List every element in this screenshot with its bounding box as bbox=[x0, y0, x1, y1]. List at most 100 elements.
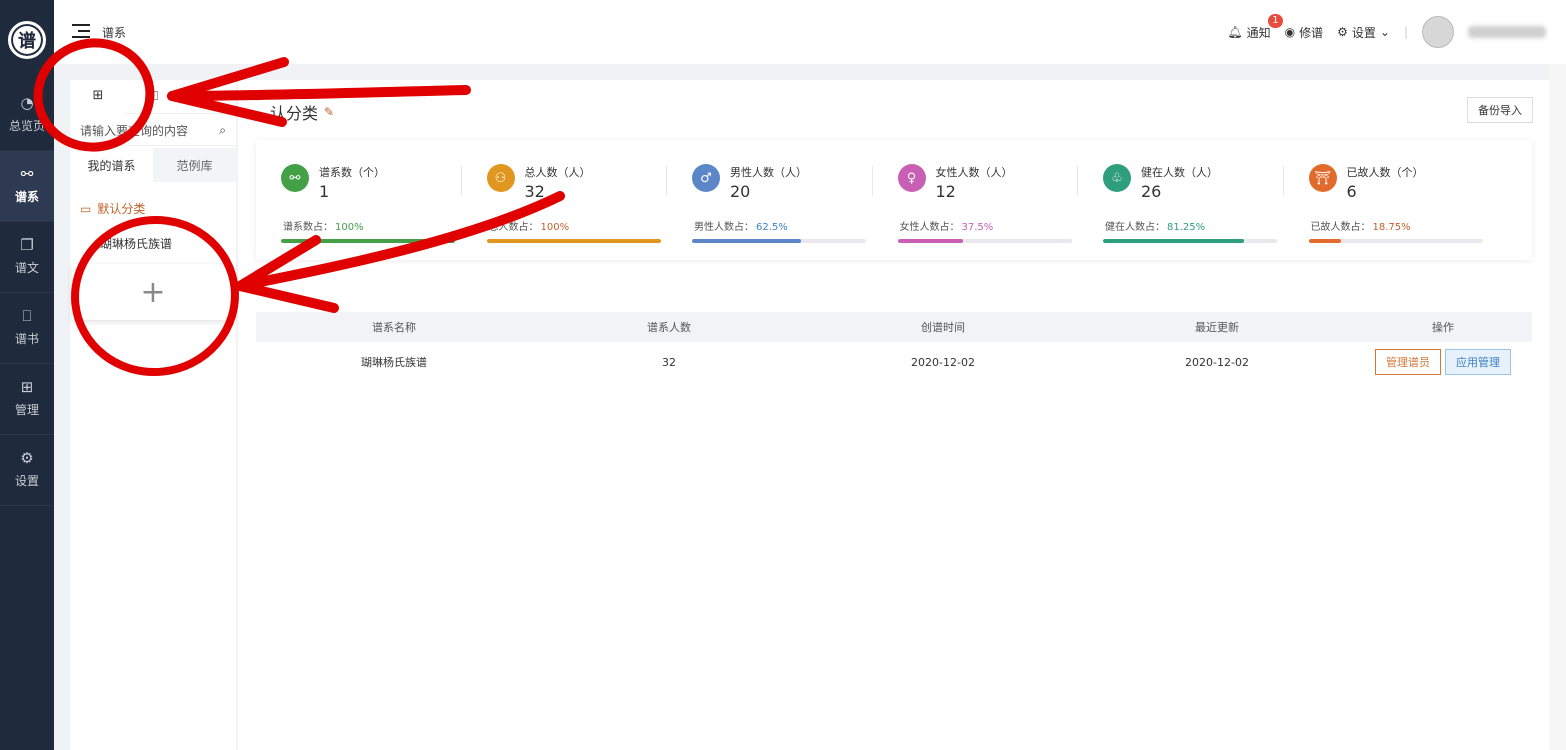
app-management-button[interactable]: 应用管理 bbox=[1445, 349, 1511, 375]
network-icon: ⚯ bbox=[281, 164, 309, 192]
notify-badge: 1 bbox=[1268, 13, 1283, 28]
stats-card: ⚯ 谱系数（个） 1 谱系数占： 100% ⚇ 总人数（人） 32 总人数占： 100% ♂ 男性人数… bbox=[256, 140, 1532, 260]
stat-ratio-value: 100% bbox=[335, 222, 364, 233]
stat-progress-fill bbox=[486, 239, 661, 243]
search-input[interactable] bbox=[80, 123, 210, 138]
nav-item-settings[interactable]: ⚙ 设置 bbox=[0, 435, 54, 506]
stat-ratio: 男性人数占： 62.5% bbox=[692, 218, 898, 233]
nav-item-books[interactable]: ⎕ 谱书 bbox=[0, 293, 54, 364]
stat-text: 男性人数（人） 20 bbox=[730, 164, 807, 201]
apps-icon: ⊞ bbox=[20, 378, 34, 396]
stat-progress-bar bbox=[1103, 239, 1277, 243]
panel-toolbar: ⊞ ⎕ bbox=[70, 80, 236, 114]
cell-created: 2020-12-02 bbox=[911, 355, 975, 369]
stat-progress-fill bbox=[692, 239, 801, 243]
gear-icon: ⚙ bbox=[1337, 25, 1348, 39]
edit-pencil-icon[interactable]: ✎ bbox=[324, 105, 334, 119]
edit-lineage-button[interactable]: ◉ 修谱 bbox=[1285, 24, 1324, 41]
nav-item-label: 谱书 bbox=[14, 332, 39, 346]
stat-item: ♂ 男性人数（人） 20 男性人数占： 62.5% bbox=[666, 164, 898, 260]
stat-item: ♀ 女性人数（人） 12 女性人数占： 37.5% bbox=[871, 164, 1104, 260]
backup-import-button[interactable]: 备份导入 bbox=[1467, 97, 1533, 123]
nav-item-manage[interactable]: ⊞ 管理 bbox=[0, 364, 54, 435]
stat-label: 已故人数（个） bbox=[1346, 166, 1424, 179]
stat-ratio-label: 男性人数占： bbox=[694, 222, 754, 233]
lineage-item[interactable]: 瑚琳杨氏族谱 bbox=[100, 235, 236, 252]
stat-label: 谱系数（个） bbox=[319, 166, 385, 179]
cell-count: 32 bbox=[662, 355, 676, 369]
settings-dropdown[interactable]: ⚙ 设置 ⌄ bbox=[1337, 24, 1390, 41]
stat-ratio: 总人数占： 100% bbox=[487, 218, 693, 233]
network-icon: ⚯ bbox=[20, 165, 34, 183]
folder-icon: ▭ bbox=[80, 201, 92, 216]
notify-label: 通知 bbox=[1246, 25, 1271, 40]
chevron-down-icon: ⌄ bbox=[1379, 25, 1390, 39]
add-lineage-icon[interactable]: ⊞ bbox=[70, 80, 126, 114]
tab-my-lineage[interactable]: 我的谱系 bbox=[70, 148, 153, 182]
top-header: 谱系 🔔︎ 通知 1 ◉ 修谱 ⚙ 设置 ⌄ | bbox=[54, 0, 1566, 64]
lineage-panel: ⊞ ⎕ ⌕ 我的谱系 范例库 ▭ 默认分类 瑚琳杨氏族谱 + bbox=[70, 80, 236, 750]
stat-text: 女性人数（人） 12 bbox=[936, 164, 1013, 201]
cell-updated: 2020-12-02 bbox=[1185, 355, 1249, 369]
table-row: 瑚琳杨氏族谱 32 2020-12-02 2020-12-02 管理谱员 应用管… bbox=[256, 342, 1532, 382]
tab-examples[interactable]: 范例库 bbox=[153, 148, 236, 182]
stat-ratio-value: 18.75% bbox=[1372, 222, 1411, 233]
stat-text: 已故人数（个） 6 bbox=[1347, 164, 1424, 201]
stat-progress-bar bbox=[486, 239, 661, 243]
breadcrumb: 谱系 bbox=[102, 26, 127, 40]
add-lineage-button[interactable]: + bbox=[72, 264, 234, 320]
col-actions: 操作 bbox=[1432, 321, 1454, 334]
cell-name: 瑚琳杨氏族谱 bbox=[361, 356, 427, 369]
stat-value: 6 bbox=[1346, 182, 1357, 201]
col-created: 创谱时间 bbox=[921, 321, 965, 334]
stat-ratio-label: 总人数占： bbox=[488, 222, 539, 233]
stat-text: 总人数（人） 32 bbox=[525, 164, 591, 201]
stat-item: ♧ 健在人数（人） 26 健在人数占： 81.25% bbox=[1077, 164, 1309, 260]
stat-ratio-value: 37.5% bbox=[961, 222, 994, 233]
pie-chart-icon: ◔ bbox=[20, 94, 34, 112]
nav-item-label: 总览页 bbox=[8, 119, 45, 133]
stat-value: 1 bbox=[319, 182, 330, 201]
menu-toggle-icon[interactable] bbox=[72, 24, 90, 38]
category-default[interactable]: ▭ 默认分类 bbox=[80, 200, 236, 217]
stat-label: 健在人数（人） bbox=[1141, 166, 1218, 179]
lineage-tabs: 我的谱系 范例库 bbox=[70, 148, 236, 182]
stat-ratio: 谱系数占： 100% bbox=[281, 218, 487, 233]
main-content: 认分类 ✎ 备份导入 ⚯ 谱系数（个） 1 谱系数占： 100% ⚇ 总人数（人） 32 总人数… bbox=[238, 80, 1549, 750]
stat-ratio-label: 谱系数占： bbox=[283, 222, 333, 233]
female-icon: ♀ bbox=[897, 164, 926, 192]
nav-item-lineage[interactable]: ⚯ 谱系 bbox=[0, 151, 54, 222]
stat-ratio: 健在人数占： 81.25% bbox=[1103, 218, 1309, 233]
divider: | bbox=[1403, 25, 1408, 39]
stat-head: ♀ 女性人数（人） 12 bbox=[897, 164, 1104, 201]
nav-item-overview[interactable]: ◔ 总览页 bbox=[0, 80, 54, 151]
stat-progress-bar bbox=[1308, 239, 1483, 243]
bookmark-icon[interactable]: ⎕ bbox=[126, 80, 182, 114]
search-box: ⌕ bbox=[70, 116, 236, 146]
nav-item-label: 谱系 bbox=[14, 190, 39, 204]
stat-ratio-label: 女性人数占： bbox=[899, 222, 960, 233]
stat-head: ♂ 男性人数（人） 20 bbox=[692, 164, 898, 201]
nav-item-label: 设置 bbox=[14, 474, 39, 488]
category-label: 默认分类 bbox=[97, 202, 146, 216]
stat-progress-fill bbox=[897, 239, 963, 243]
left-nav: 谱 ◔ 总览页 ⚯ 谱系 ❐ 谱文 ⎕ 谱书 ⊞ 管理 ⚙ 设置 bbox=[0, 0, 54, 750]
incense-icon: ⛩ bbox=[1308, 164, 1337, 192]
manage-members-button[interactable]: 管理谱员 bbox=[1375, 349, 1441, 375]
search-icon[interactable]: ⌕ bbox=[219, 123, 226, 138]
stat-label: 总人数（人） bbox=[524, 166, 591, 179]
nav-item-label: 管理 bbox=[14, 403, 39, 417]
header-actions: 🔔︎ 通知 1 ◉ 修谱 ⚙ 设置 ⌄ | bbox=[1227, 13, 1546, 50]
eye-icon: ◉ bbox=[1284, 25, 1296, 39]
stat-ratio-value: 62.5% bbox=[756, 222, 788, 233]
stat-progress-bar bbox=[281, 239, 455, 243]
app-logo[interactable]: 谱 bbox=[0, 0, 54, 80]
stat-head: ⚯ 谱系数（个） 1 bbox=[281, 164, 487, 201]
settings-label: 设置 bbox=[1351, 25, 1376, 40]
notify-button[interactable]: 🔔︎ 通知 1 bbox=[1227, 13, 1283, 41]
table-header: 谱系名称 谱系人数 创谱时间 最近更新 操作 bbox=[256, 312, 1532, 342]
nav-item-texts[interactable]: ❐ 谱文 bbox=[0, 222, 54, 293]
scrollbar[interactable] bbox=[1549, 64, 1566, 750]
col-updated: 最近更新 bbox=[1195, 321, 1239, 334]
avatar[interactable] bbox=[1422, 16, 1454, 48]
